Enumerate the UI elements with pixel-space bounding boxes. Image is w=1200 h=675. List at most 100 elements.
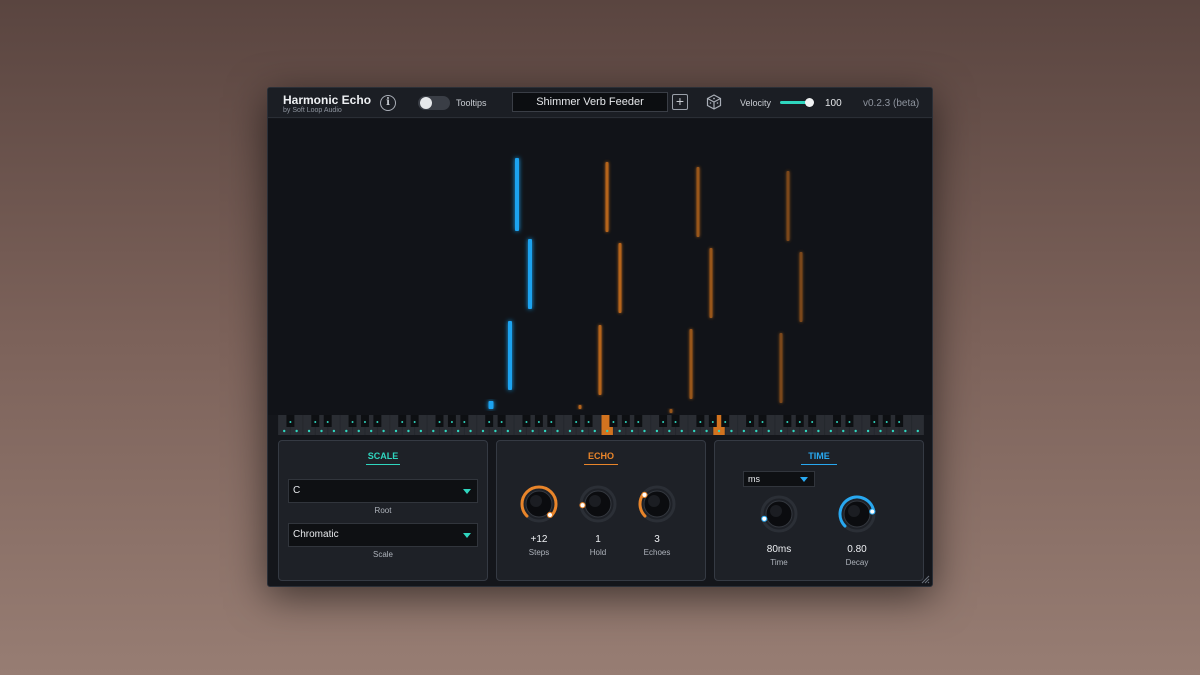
knob-highlight	[770, 505, 782, 517]
key-dot	[606, 429, 609, 433]
piano-keys[interactable]	[278, 415, 924, 435]
time-unit-select[interactable]: ms	[743, 471, 815, 487]
key-dot	[543, 429, 547, 433]
key-dot	[537, 421, 540, 423]
key-dot	[500, 421, 503, 423]
key-dot	[655, 429, 659, 433]
key-dot	[456, 429, 460, 433]
header-bar: Harmonic Echo by Soft Loop Audio i Toolt…	[268, 88, 932, 118]
chevron-down-icon	[463, 489, 471, 494]
key-dot	[916, 429, 919, 433]
key-dot	[394, 429, 398, 433]
key-dot	[842, 429, 845, 433]
piano-keyboard[interactable]	[278, 415, 924, 435]
key-dot	[866, 429, 870, 433]
tooltips-label: Tooltips	[456, 98, 487, 108]
plugin-subtitle: by Soft Loop Audio	[283, 107, 342, 114]
key-dot	[351, 421, 354, 423]
scale-panel-title: SCALE	[366, 451, 400, 465]
key-dot	[525, 421, 528, 423]
scale-select-value: Chromatic	[293, 529, 339, 540]
knob-highlight	[530, 495, 542, 507]
key-dot	[593, 429, 596, 433]
velocity-value: 100	[825, 98, 842, 109]
time-unit-value: ms	[748, 474, 760, 484]
plus-icon[interactable]: +	[672, 94, 688, 110]
velocity-label: Velocity	[740, 98, 772, 108]
key-dot	[320, 429, 323, 433]
key-dot	[898, 421, 901, 423]
key-dot	[829, 429, 833, 433]
decay-value: 0.80	[847, 544, 867, 555]
time-panel-title: TIME	[801, 451, 837, 465]
root-select[interactable]: C	[288, 479, 478, 503]
key-dot	[779, 429, 783, 433]
decay-knob[interactable]	[837, 494, 877, 534]
info-icon[interactable]: i	[380, 95, 396, 111]
key-dot	[674, 421, 677, 423]
key-dot	[332, 429, 336, 433]
tooltips-toggle[interactable]	[418, 96, 450, 110]
key-dot	[289, 421, 292, 423]
echoes-knob[interactable]	[637, 484, 677, 524]
steps-label: Steps	[528, 548, 550, 557]
key-dot	[326, 421, 329, 423]
key-dot	[363, 421, 366, 423]
key-dot	[742, 429, 746, 433]
key-dot	[891, 429, 895, 433]
key-dot	[624, 421, 627, 423]
key-dot	[699, 421, 702, 423]
scale-select[interactable]: Chromatic	[288, 523, 478, 547]
key-dot	[556, 429, 559, 433]
key-dot	[575, 421, 578, 423]
resize-grip-icon[interactable]	[920, 574, 930, 584]
time-knob[interactable]	[759, 494, 799, 534]
key-dot	[705, 429, 708, 433]
time-label: Time	[770, 558, 788, 567]
key-dot	[506, 429, 510, 433]
key-dot	[730, 429, 733, 433]
preset-name-field[interactable]: Shimmer Verb Feeder	[512, 92, 668, 112]
key-dot	[904, 429, 907, 433]
note-bar	[488, 401, 494, 409]
knob-pointer	[641, 491, 648, 498]
note-bar	[669, 409, 673, 413]
key-dot	[873, 421, 876, 423]
steps-knob[interactable]	[519, 484, 559, 524]
note-bar	[709, 248, 713, 318]
key-dot	[755, 429, 758, 433]
key-dot	[581, 429, 584, 433]
note-bar	[689, 329, 693, 399]
key-dot	[711, 421, 714, 423]
dice-icon[interactable]	[706, 94, 722, 110]
key-dot	[463, 421, 466, 423]
decay-label: Decay	[845, 558, 869, 567]
key-dot	[786, 421, 789, 423]
key-dot	[630, 429, 634, 433]
root-label: Root	[374, 506, 392, 515]
key-dot	[444, 429, 447, 433]
knob-highlight	[848, 505, 860, 517]
toggle-knob	[420, 97, 432, 109]
key-dot	[407, 429, 410, 433]
key-dot	[432, 429, 435, 433]
root-select-value: C	[293, 485, 301, 496]
key-dot	[804, 429, 808, 433]
key-dot	[438, 421, 441, 423]
hold-knob[interactable]	[578, 484, 618, 524]
key-dot	[854, 429, 857, 433]
note-bar	[528, 239, 532, 309]
key-dot	[817, 429, 820, 433]
key-dot	[811, 421, 814, 423]
note-bar	[799, 252, 803, 322]
scale-panel: SCALE C Root Chromatic Scale	[278, 440, 488, 581]
key-dot	[568, 429, 572, 433]
chevron-down-icon	[800, 477, 808, 482]
velocity-slider-thumb[interactable]	[805, 98, 814, 107]
key-dot	[662, 421, 665, 423]
key-dot	[637, 421, 640, 423]
time-panel: TIME ms 80ms Time 0.80 Decay	[714, 440, 924, 581]
hold-value: 1	[595, 534, 601, 545]
note-bar	[578, 405, 582, 409]
key-dot	[618, 429, 621, 433]
